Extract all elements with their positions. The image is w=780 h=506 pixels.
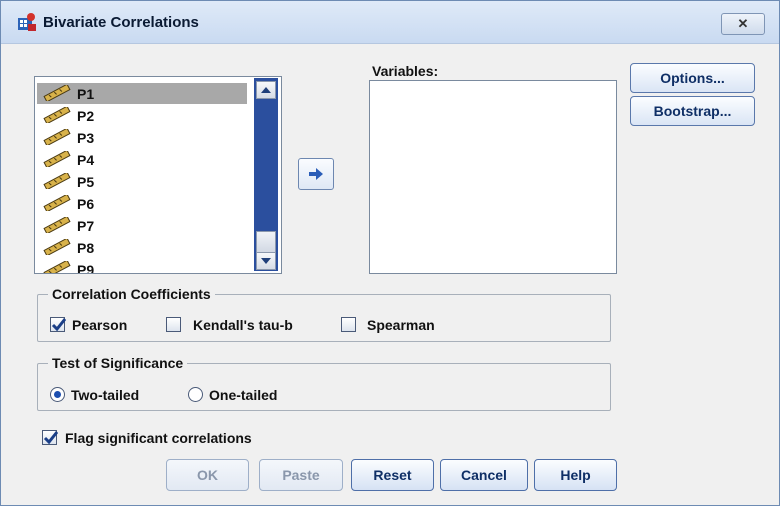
triangle-down-icon [261, 258, 271, 264]
list-item[interactable]: P6 [37, 193, 247, 214]
list-item[interactable]: P2 [37, 105, 247, 126]
ruler-icon [43, 107, 71, 123]
help-button[interactable]: Help [534, 459, 617, 491]
two-tailed-radio[interactable] [50, 387, 65, 402]
spearman-checkbox[interactable] [341, 317, 356, 332]
bivariate-correlations-dialog: Bivariate Correlations ✕ P1 P2 P3 P4 P5 … [0, 0, 780, 506]
spearman-label[interactable]: Spearman [367, 317, 435, 333]
ruler-icon [43, 173, 71, 189]
list-item[interactable]: P8 [37, 237, 247, 258]
variables-target-list[interactable] [369, 80, 617, 274]
list-item-label: P9 [77, 262, 95, 274]
window-title: Bivariate Correlations [43, 14, 199, 31]
ruler-icon [43, 151, 71, 167]
list-item[interactable]: P9 [37, 259, 247, 274]
ruler-icon [43, 217, 71, 233]
cancel-button[interactable]: Cancel [440, 459, 528, 491]
list-item-label: P3 [77, 130, 95, 146]
scroll-down-button[interactable] [256, 252, 276, 270]
ruler-icon [43, 129, 71, 145]
list-item-label: P5 [77, 174, 95, 190]
ruler-icon [43, 85, 71, 101]
one-tailed-radio[interactable] [188, 387, 203, 402]
radio-dot [54, 391, 61, 398]
list-item[interactable]: P1 [37, 83, 247, 104]
two-tailed-label[interactable]: Two-tailed [71, 387, 139, 403]
variable-source-list[interactable]: P1 P2 P3 P4 P5 P6 P7 P8 P9 [34, 76, 282, 274]
list-scrollbar[interactable] [254, 78, 278, 271]
reset-button[interactable]: Reset [351, 459, 434, 491]
list-item-label: P2 [77, 108, 95, 124]
checkmark-icon [51, 318, 66, 332]
pearson-checkbox[interactable] [50, 317, 66, 332]
group-title: Test of Significance [48, 355, 188, 371]
group-title: Correlation Coefficients [48, 286, 215, 302]
variables-label: Variables: [372, 63, 439, 79]
title-bar[interactable]: Bivariate Correlations ✕ [1, 1, 779, 44]
list-item-label: P1 [77, 86, 95, 102]
pearson-label[interactable]: Pearson [72, 317, 127, 333]
flag-significant-label[interactable]: Flag significant correlations [65, 430, 252, 446]
options-button[interactable]: Options... [630, 63, 755, 93]
one-tailed-label[interactable]: One-tailed [209, 387, 277, 403]
list-item-label: P8 [77, 240, 95, 256]
list-item-label: P4 [77, 152, 95, 168]
ruler-icon [43, 261, 71, 273]
list-item[interactable]: P3 [37, 127, 247, 148]
kendall-label[interactable]: Kendall's tau-b [193, 317, 293, 333]
kendall-checkbox[interactable] [166, 317, 181, 332]
paste-button[interactable]: Paste [259, 459, 343, 491]
list-item[interactable]: P4 [37, 149, 247, 170]
list-item-label: P6 [77, 196, 95, 212]
bootstrap-button[interactable]: Bootstrap... [630, 96, 755, 126]
close-button[interactable]: ✕ [721, 13, 765, 35]
ok-button[interactable]: OK [166, 459, 249, 491]
arrow-right-icon [309, 168, 323, 180]
checkmark-icon [43, 431, 58, 445]
scroll-up-button[interactable] [256, 81, 276, 99]
flag-significant-checkbox[interactable] [42, 430, 58, 445]
ruler-icon [43, 195, 71, 211]
ruler-icon [43, 239, 71, 255]
spss-app-icon [18, 13, 36, 31]
move-variable-button[interactable] [298, 158, 334, 190]
list-item[interactable]: P7 [37, 215, 247, 236]
list-item-label: P7 [77, 218, 95, 234]
list-item[interactable]: P5 [37, 171, 247, 192]
triangle-up-icon [261, 87, 271, 93]
